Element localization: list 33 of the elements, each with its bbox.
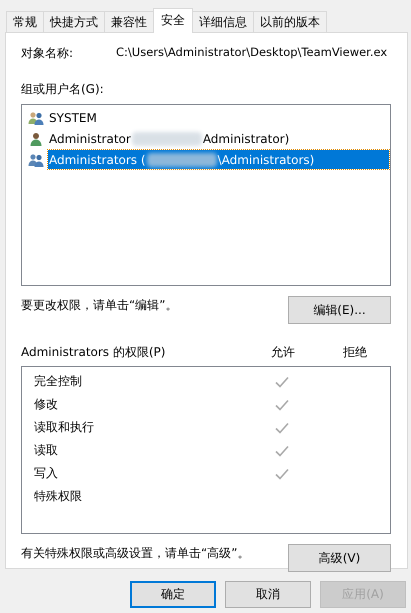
object-name-label: 对象名称: xyxy=(21,45,74,61)
redaction-blur xyxy=(146,152,217,166)
groups-label: 组或用户名(G): xyxy=(21,81,105,98)
user-icon xyxy=(28,130,44,146)
edit-hint: 要更改权限，请单击“编辑”。 xyxy=(21,297,178,314)
dialog-button[interactable]: 取消 xyxy=(225,581,311,608)
advanced-hint: 有关特殊权限或高级设置，请单击“高级”。 xyxy=(21,545,250,562)
user-name-suffix: \Administrators) xyxy=(218,152,314,166)
edit-button[interactable]: 编辑(E)... xyxy=(288,296,391,324)
redaction-blur xyxy=(132,132,202,146)
permission-name: 完全控制 xyxy=(33,373,83,390)
tab[interactable]: 常规 xyxy=(6,11,44,32)
user-list-item[interactable]: Administrator Administrator) xyxy=(23,128,389,149)
users-icon xyxy=(28,110,44,126)
user-name: Administrators ( xyxy=(49,152,146,166)
user-name: Administrator xyxy=(49,132,131,146)
permission-name: 修改 xyxy=(33,396,59,413)
permissions-label: Administrators 的权限(P) xyxy=(21,344,166,361)
deny-header: 拒绝 xyxy=(342,344,368,361)
permission-name: 写入 xyxy=(33,465,59,482)
allow-header: 允许 xyxy=(270,344,296,361)
advanced-button[interactable]: 高级(V) xyxy=(288,544,391,572)
permission-name: 读取和执行 xyxy=(33,419,95,436)
tab[interactable]: 安全 xyxy=(153,8,193,33)
user-name-suffix: Administrator) xyxy=(202,132,290,146)
tab[interactable]: 以前的版本 xyxy=(253,11,327,32)
permission-name: 特殊权限 xyxy=(33,488,83,505)
object-name-value: C:\Users\Administrator\Desktop\TeamViewer.ex xyxy=(116,45,388,61)
dialog-button[interactable]: 确定 xyxy=(130,581,216,608)
users-icon xyxy=(28,152,44,168)
user-name: SYSTEM xyxy=(49,110,97,124)
permission-name: 读取 xyxy=(33,442,59,459)
user-list-item[interactable]: SYSTEM xyxy=(23,107,389,128)
